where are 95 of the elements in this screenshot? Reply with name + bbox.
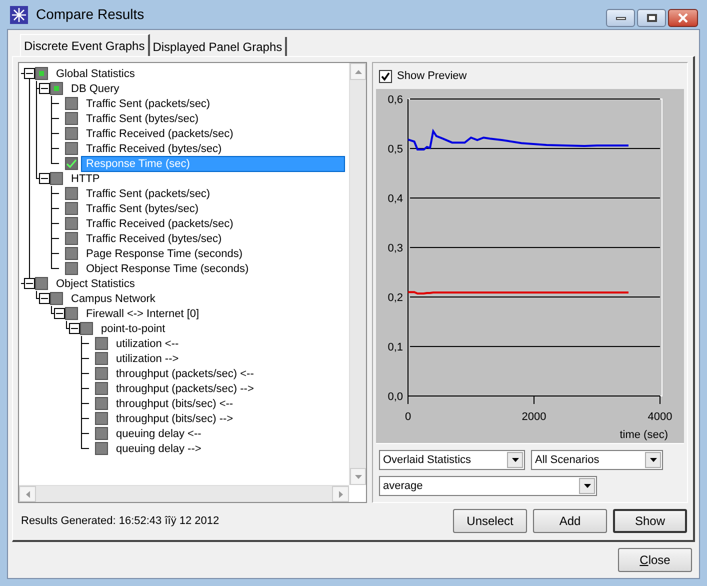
dropdown[interactable]: Overlaid Statistics: [379, 450, 525, 470]
scroll-up-arrow-icon[interactable]: [354, 70, 362, 74]
checkbox[interactable]: [50, 82, 63, 95]
tree-item[interactable]: throughput (packets/sec) -->: [112, 382, 258, 396]
dropdown[interactable]: average: [379, 476, 597, 496]
x-tick-label: 2000: [522, 411, 546, 423]
checkbox[interactable]: [65, 112, 78, 125]
collapse-icon[interactable]: [69, 323, 80, 334]
vertical-scrollbar[interactable]: [349, 63, 366, 485]
checkbox[interactable]: [95, 367, 108, 380]
tree-item[interactable]: Page Response Time (seconds): [82, 246, 247, 260]
tree-item[interactable]: throughput (packets/sec) <--: [112, 366, 258, 380]
collapse-icon[interactable]: [39, 173, 50, 184]
checkbox[interactable]: [379, 70, 392, 82]
checkbox[interactable]: [95, 442, 108, 455]
checkbox[interactable]: [95, 412, 108, 425]
horizontal-scrollbar[interactable]: [19, 485, 349, 502]
y-tick-label: 0,3: [388, 242, 403, 254]
y-tick-label: 0,4: [388, 193, 403, 205]
checkbox[interactable]: [95, 397, 108, 410]
scroll-down-arrow-icon[interactable]: [354, 474, 362, 478]
checkbox[interactable]: [65, 232, 78, 245]
tree-item[interactable]: Object Response Time (seconds): [82, 262, 253, 276]
button[interactable]: Add: [533, 509, 607, 533]
tab[interactable]: Discrete Event Graphs: [20, 34, 150, 56]
y-tick-label: 0,6: [388, 94, 403, 106]
checkbox[interactable]: [95, 427, 108, 440]
tree-item[interactable]: Traffic Sent (packets/sec): [82, 96, 214, 110]
dropdown-arrow-icon: [584, 484, 590, 488]
window-title: Compare Results: [36, 5, 144, 24]
tree-item[interactable]: queuing delay -->: [112, 442, 206, 456]
collapse-icon[interactable]: [39, 293, 50, 304]
checkbox[interactable]: [95, 352, 108, 365]
tree-item[interactable]: throughput (bits/sec) -->: [112, 412, 238, 426]
tree-item[interactable]: throughput (bits/sec) <--: [112, 396, 238, 410]
button[interactable]: Close: [618, 548, 692, 572]
tree-item[interactable]: Traffic Sent (bytes/sec): [82, 112, 202, 126]
y-tick-label: 0,0: [388, 391, 403, 403]
checkbox[interactable]: [80, 322, 93, 335]
dropdown-arrow-icon: [650, 458, 656, 462]
checkbox[interactable]: [35, 67, 48, 80]
checkbox[interactable]: [50, 172, 63, 185]
minimize-button[interactable]: [606, 9, 635, 27]
collapse-icon[interactable]: [39, 83, 50, 94]
tree-item[interactable]: Campus Network: [67, 292, 160, 306]
tree-item[interactable]: Traffic Received (packets/sec): [82, 216, 238, 230]
close-button[interactable]: [668, 9, 698, 27]
x-tick-label: 4000: [648, 411, 672, 423]
y-tick-label: 0,1: [388, 342, 403, 354]
tree-item[interactable]: point-to-point: [97, 322, 170, 336]
checkbox[interactable]: [65, 97, 78, 110]
checkbox[interactable]: [65, 187, 78, 200]
checkbox[interactable]: [95, 337, 108, 350]
y-tick-label: 0,5: [388, 144, 403, 156]
tree-item[interactable]: Traffic Received (packets/sec): [82, 126, 238, 140]
tree-item[interactable]: queuing delay <--: [112, 426, 206, 440]
tree-item[interactable]: utilization <--: [112, 336, 183, 350]
checkbox[interactable]: [65, 247, 78, 260]
button[interactable]: Unselect: [453, 509, 527, 533]
status-text: Results Generated: 16:52:43 îîÿ 12 2012: [21, 514, 220, 529]
tree-item[interactable]: Traffic Received (bytes/sec): [82, 142, 226, 156]
tree-item[interactable]: DB Query: [67, 82, 124, 96]
dropdown-arrow-icon: [512, 458, 518, 462]
checkbox[interactable]: [65, 142, 78, 155]
checkbox[interactable]: [65, 307, 78, 320]
tree-item[interactable]: Object Statistics: [52, 276, 139, 290]
collapse-icon[interactable]: [24, 68, 35, 79]
checkbox[interactable]: [65, 262, 78, 275]
collapse-icon[interactable]: [54, 308, 65, 319]
tree-item[interactable]: Traffic Sent (bytes/sec): [82, 202, 202, 216]
tree-item[interactable]: utilization -->: [112, 352, 183, 366]
tree-item[interactable]: Traffic Received (bytes/sec): [82, 232, 226, 246]
y-tick-label: 0,2: [388, 292, 403, 304]
app-icon: [10, 6, 28, 24]
dropdown[interactable]: All Scenarios: [531, 450, 663, 470]
checkbox[interactable]: [65, 127, 78, 140]
checkbox[interactable]: [65, 202, 78, 215]
x-axis-label: time (sec): [620, 429, 668, 441]
checkbox[interactable]: [35, 277, 48, 290]
checkbox[interactable]: [50, 292, 63, 305]
scroll-right-arrow-icon[interactable]: [338, 490, 342, 498]
scroll-left-arrow-icon[interactable]: [26, 490, 30, 498]
tree-item[interactable]: HTTP: [67, 172, 104, 186]
tree-item[interactable]: Traffic Sent (packets/sec): [82, 186, 214, 200]
checkbox[interactable]: [65, 157, 78, 170]
tree-item[interactable]: Global Statistics: [52, 66, 139, 80]
tree-item[interactable]: Firewall <-> Internet [0]: [82, 306, 204, 320]
checkbox-label: Show Preview: [397, 68, 467, 84]
collapse-icon[interactable]: [24, 278, 35, 289]
checkbox[interactable]: [95, 382, 108, 395]
button[interactable]: Show: [613, 509, 687, 533]
x-tick-label: 0: [404, 411, 412, 423]
maximize-button[interactable]: [637, 9, 666, 27]
close-icon: [677, 13, 689, 23]
checkbox[interactable]: [65, 217, 78, 230]
